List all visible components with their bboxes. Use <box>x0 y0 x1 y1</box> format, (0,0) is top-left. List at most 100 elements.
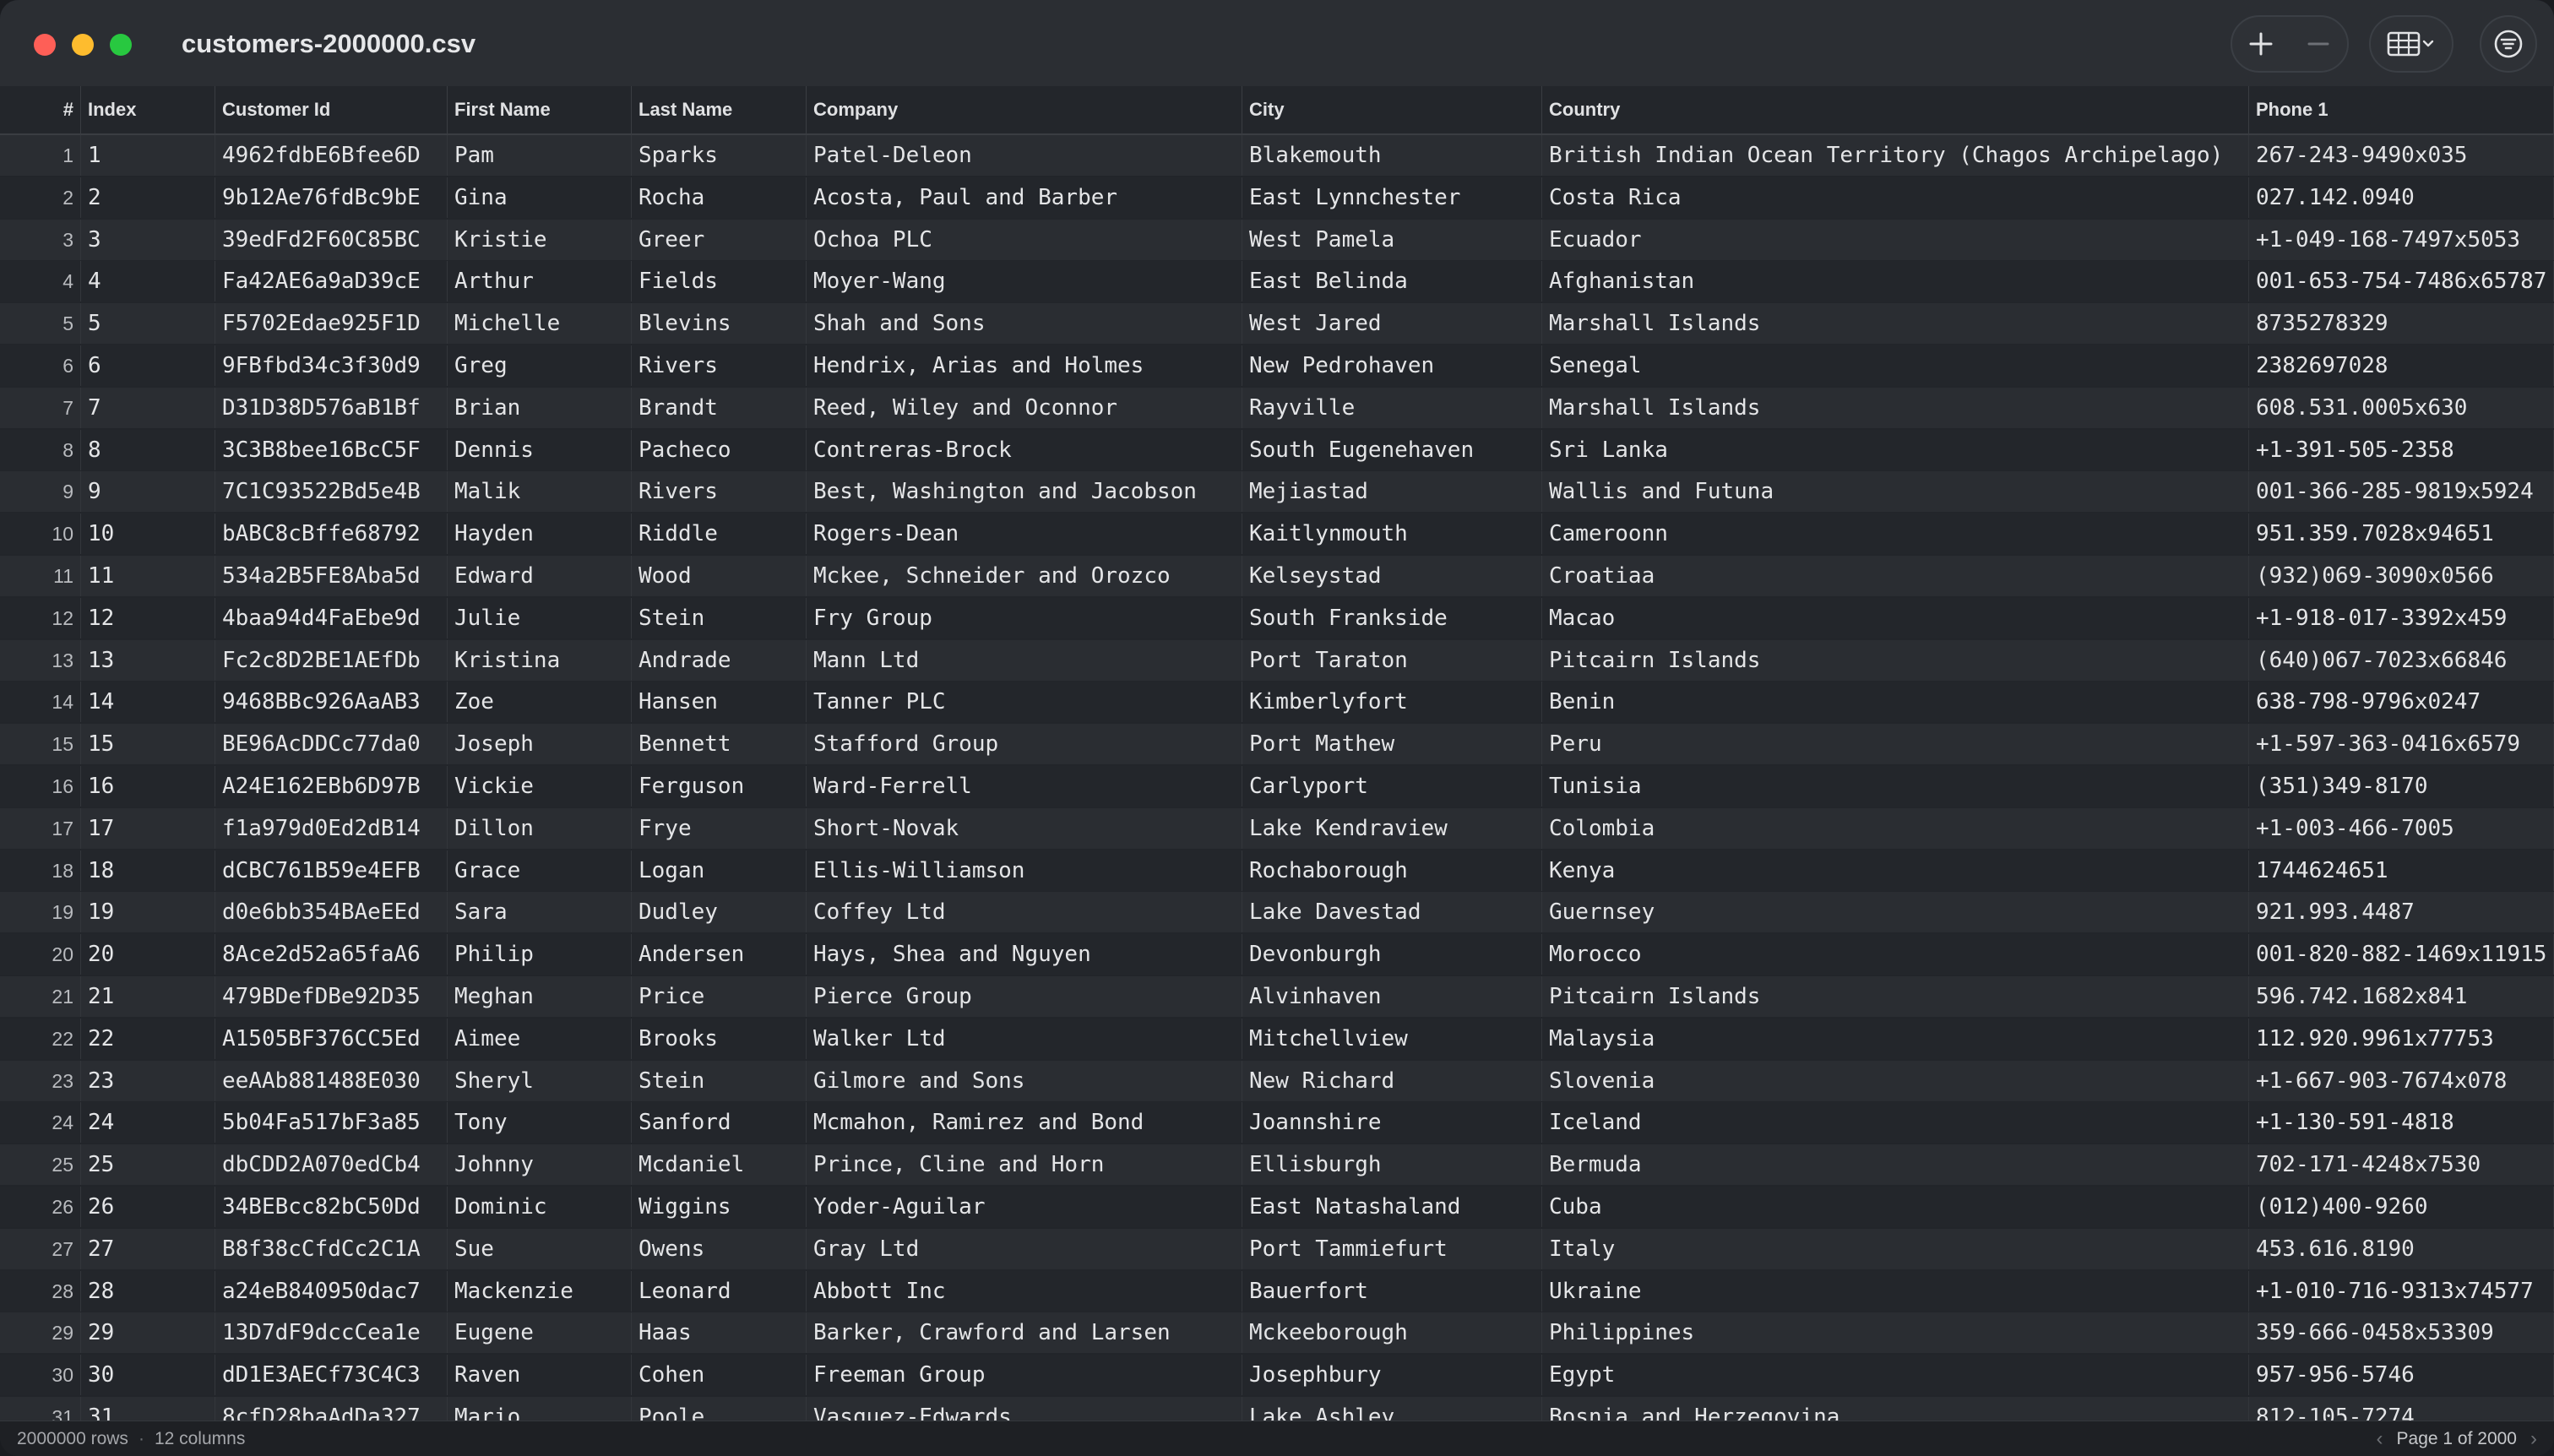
cell-last-name[interactable]: Greer <box>632 219 807 260</box>
cell-customer-id[interactable]: 4baa94d4FaEbe9d <box>215 597 448 638</box>
table-row[interactable]: 23 23 eeAAb881488E030 Sheryl Stein Gilmore an… <box>0 1060 2554 1101</box>
cell-row-number[interactable]: 16 <box>0 766 81 807</box>
cell-company[interactable]: Prince, Cline and Horn <box>807 1144 1242 1186</box>
cell-phone-1[interactable]: 812-105-7274 <box>2249 1397 2554 1421</box>
cell-city[interactable]: Kelseystad <box>1242 556 1542 596</box>
cell-phone-1[interactable]: (640)067-7023x66846 <box>2249 639 2554 681</box>
col-header-first-name[interactable]: First Name <box>448 86 632 133</box>
minimize-window-button[interactable] <box>72 34 94 56</box>
cell-city[interactable]: South Eugenehaven <box>1242 429 1542 470</box>
cell-last-name[interactable]: Stein <box>632 1060 807 1101</box>
cell-first-name[interactable]: Kristina <box>448 639 632 681</box>
cell-first-name[interactable]: Dominic <box>448 1187 632 1227</box>
cell-country[interactable]: Wallis and Futuna <box>1542 471 2249 513</box>
cell-last-name[interactable]: Brooks <box>632 1018 807 1059</box>
cell-city[interactable]: Joannshire <box>1242 1102 1542 1144</box>
cell-phone-1[interactable]: 453.616.8190 <box>2249 1228 2554 1269</box>
cell-country[interactable]: Ukraine <box>1542 1270 2249 1312</box>
table-row[interactable]: 11 11 534a2B5FE8Aba5d Edward Wood Mckee, Schn… <box>0 556 2554 596</box>
cell-city[interactable]: West Jared <box>1242 303 1542 345</box>
cell-phone-1[interactable]: 951.359.7028x94651 <box>2249 513 2554 555</box>
cell-customer-id[interactable]: dD1E3AECf73C4C3 <box>215 1355 448 1396</box>
cell-index[interactable]: 27 <box>81 1228 215 1269</box>
cell-city[interactable]: East Natashaland <box>1242 1187 1542 1227</box>
cell-city[interactable]: Rayville <box>1242 387 1542 428</box>
cell-phone-1[interactable]: +1-049-168-7497x5053 <box>2249 219 2554 260</box>
cell-row-number[interactable]: 20 <box>0 934 81 975</box>
cell-last-name[interactable]: Sanford <box>632 1102 807 1144</box>
cell-country[interactable]: Marshall Islands <box>1542 387 2249 428</box>
cell-phone-1[interactable]: 001-366-285-9819x5924 <box>2249 471 2554 513</box>
cell-row-number[interactable]: 11 <box>0 556 81 596</box>
cell-country[interactable]: Tunisia <box>1542 766 2249 807</box>
cell-city[interactable]: Lake Davestad <box>1242 892 1542 933</box>
cell-city[interactable]: Mejiastad <box>1242 471 1542 513</box>
cell-first-name[interactable]: Mackenzie <box>448 1270 632 1312</box>
cell-company[interactable]: Gray Ltd <box>807 1228 1242 1269</box>
cell-company[interactable]: Reed, Wiley and Oconnor <box>807 387 1242 428</box>
cell-city[interactable]: Ellisburgh <box>1242 1144 1542 1186</box>
cell-customer-id[interactable]: 4962fdbE6Bfee6D <box>215 135 448 176</box>
table-row[interactable]: 20 20 8Ace2d52a65faA6 Philip Andersen Hays, S… <box>0 934 2554 975</box>
col-header-last-name[interactable]: Last Name <box>632 86 807 133</box>
cell-phone-1[interactable]: +1-003-466-7005 <box>2249 807 2554 849</box>
cell-phone-1[interactable]: 957-956-5746 <box>2249 1355 2554 1396</box>
cell-customer-id[interactable]: 5b04Fa517bF3a85 <box>215 1102 448 1144</box>
cell-phone-1[interactable]: 596.742.1682x841 <box>2249 976 2554 1017</box>
cell-country[interactable]: Italy <box>1542 1228 2249 1269</box>
cell-index[interactable]: 18 <box>81 850 215 891</box>
cell-company[interactable]: Yoder-Aguilar <box>807 1187 1242 1227</box>
cell-index[interactable]: 14 <box>81 682 215 723</box>
cell-first-name[interactable]: Aimee <box>448 1018 632 1059</box>
cell-customer-id[interactable]: 39edFd2F60C85BC <box>215 219 448 260</box>
table-row[interactable]: 31 31 8cfD28baAdDa327 Mario Poole Vasquez-Edw… <box>0 1397 2554 1421</box>
cell-index[interactable]: 31 <box>81 1397 215 1421</box>
cell-last-name[interactable]: Andrade <box>632 639 807 681</box>
cell-last-name[interactable]: Mcdaniel <box>632 1144 807 1186</box>
cell-company[interactable]: Hendrix, Arias and Holmes <box>807 345 1242 386</box>
cell-customer-id[interactable]: a24eB840950dac7 <box>215 1270 448 1312</box>
cell-company[interactable]: Walker Ltd <box>807 1018 1242 1059</box>
cell-row-number[interactable]: 5 <box>0 303 81 345</box>
cell-customer-id[interactable]: 13D7dF9dccCea1e <box>215 1312 448 1354</box>
cell-index[interactable]: 23 <box>81 1060 215 1101</box>
cell-country[interactable]: Croatiaa <box>1542 556 2249 596</box>
cell-first-name[interactable]: Dillon <box>448 807 632 849</box>
cell-first-name[interactable]: Julie <box>448 597 632 638</box>
col-header-city[interactable]: City <box>1242 86 1542 133</box>
cell-last-name[interactable]: Poole <box>632 1397 807 1421</box>
cell-first-name[interactable]: Sheryl <box>448 1060 632 1101</box>
cell-customer-id[interactable]: 534a2B5FE8Aba5d <box>215 556 448 596</box>
cell-row-number[interactable]: 13 <box>0 639 81 681</box>
cell-index[interactable]: 22 <box>81 1018 215 1059</box>
cell-country[interactable]: Benin <box>1542 682 2249 723</box>
cell-company[interactable]: Rogers-Dean <box>807 513 1242 555</box>
cell-city[interactable]: South Frankside <box>1242 597 1542 638</box>
cell-index[interactable]: 21 <box>81 976 215 1017</box>
cell-index[interactable]: 26 <box>81 1187 215 1227</box>
cell-country[interactable]: Philippines <box>1542 1312 2249 1354</box>
col-header-row-number[interactable]: # <box>0 86 81 133</box>
cell-country[interactable]: Afghanistan <box>1542 261 2249 302</box>
table-row[interactable]: 8 8 3C3B8bee16BcC5F Dennis Pacheco Contreras-… <box>0 429 2554 470</box>
zoom-window-button[interactable] <box>110 34 132 56</box>
cell-last-name[interactable]: Wiggins <box>632 1187 807 1227</box>
cell-company[interactable]: Ochoa PLC <box>807 219 1242 260</box>
cell-phone-1[interactable]: +1-010-716-9313x74577 <box>2249 1270 2554 1312</box>
cell-first-name[interactable]: Joseph <box>448 724 632 765</box>
cell-customer-id[interactable]: 7C1C93522Bd5e4B <box>215 471 448 513</box>
cell-last-name[interactable]: Leonard <box>632 1270 807 1312</box>
cell-first-name[interactable]: Edward <box>448 556 632 596</box>
table-row[interactable]: 2 2 9b12Ae76fdBc9bE Gina Rocha Acosta, Paul a… <box>0 177 2554 218</box>
cell-phone-1[interactable]: 702-171-4248x7530 <box>2249 1144 2554 1186</box>
cell-phone-1[interactable]: (351)349-8170 <box>2249 766 2554 807</box>
col-header-country[interactable]: Country <box>1542 86 2249 133</box>
cell-customer-id[interactable]: Fa42AE6a9aD39cE <box>215 261 448 302</box>
cell-last-name[interactable]: Price <box>632 976 807 1017</box>
cell-company[interactable]: Tanner PLC <box>807 682 1242 723</box>
table-row[interactable]: 15 15 BE96AcDDCc77da0 Joseph Bennett Stafford… <box>0 724 2554 765</box>
cell-city[interactable]: Rochaborough <box>1242 850 1542 891</box>
table-row[interactable]: 5 5 F5702Edae925F1D Michelle Blevins Shah and… <box>0 303 2554 345</box>
cell-first-name[interactable]: Pam <box>448 135 632 176</box>
cell-first-name[interactable]: Sara <box>448 892 632 933</box>
